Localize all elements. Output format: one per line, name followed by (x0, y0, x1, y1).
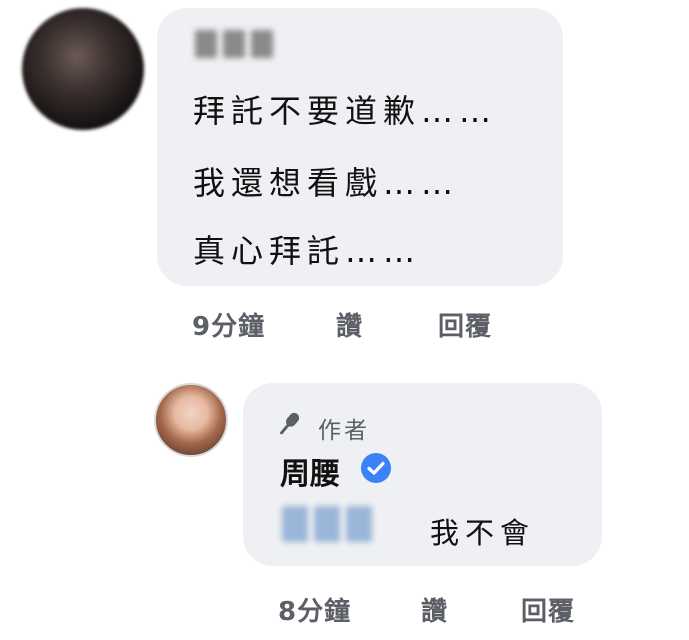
comment-line-1: 拜託不要道歉…… (193, 92, 498, 130)
reply-like-button[interactable]: 讚 (421, 591, 448, 628)
comment-line-2: 我還想看戲…… (193, 164, 460, 202)
commenter-name-redacted[interactable] (195, 30, 273, 58)
author-badge-label: 作者 (318, 418, 370, 444)
mention-link-redacted[interactable] (282, 506, 372, 542)
comment-timestamp: 9分鐘 (192, 312, 266, 342)
like-button[interactable]: 讚 (336, 306, 363, 343)
microphone-icon (280, 412, 300, 435)
reply-text: 我不會 (430, 516, 536, 550)
author-avatar[interactable] (154, 383, 228, 457)
reply-button[interactable]: 回覆 (438, 306, 492, 343)
comment-line-3: 真心拜託…… (193, 232, 422, 270)
reply-reply-button[interactable]: 回覆 (521, 591, 575, 628)
verified-check-icon (361, 453, 391, 483)
commenter-avatar[interactable] (22, 8, 144, 130)
reply-timestamp: 8分鐘 (278, 597, 352, 627)
author-name[interactable]: 周腰 (280, 449, 340, 493)
